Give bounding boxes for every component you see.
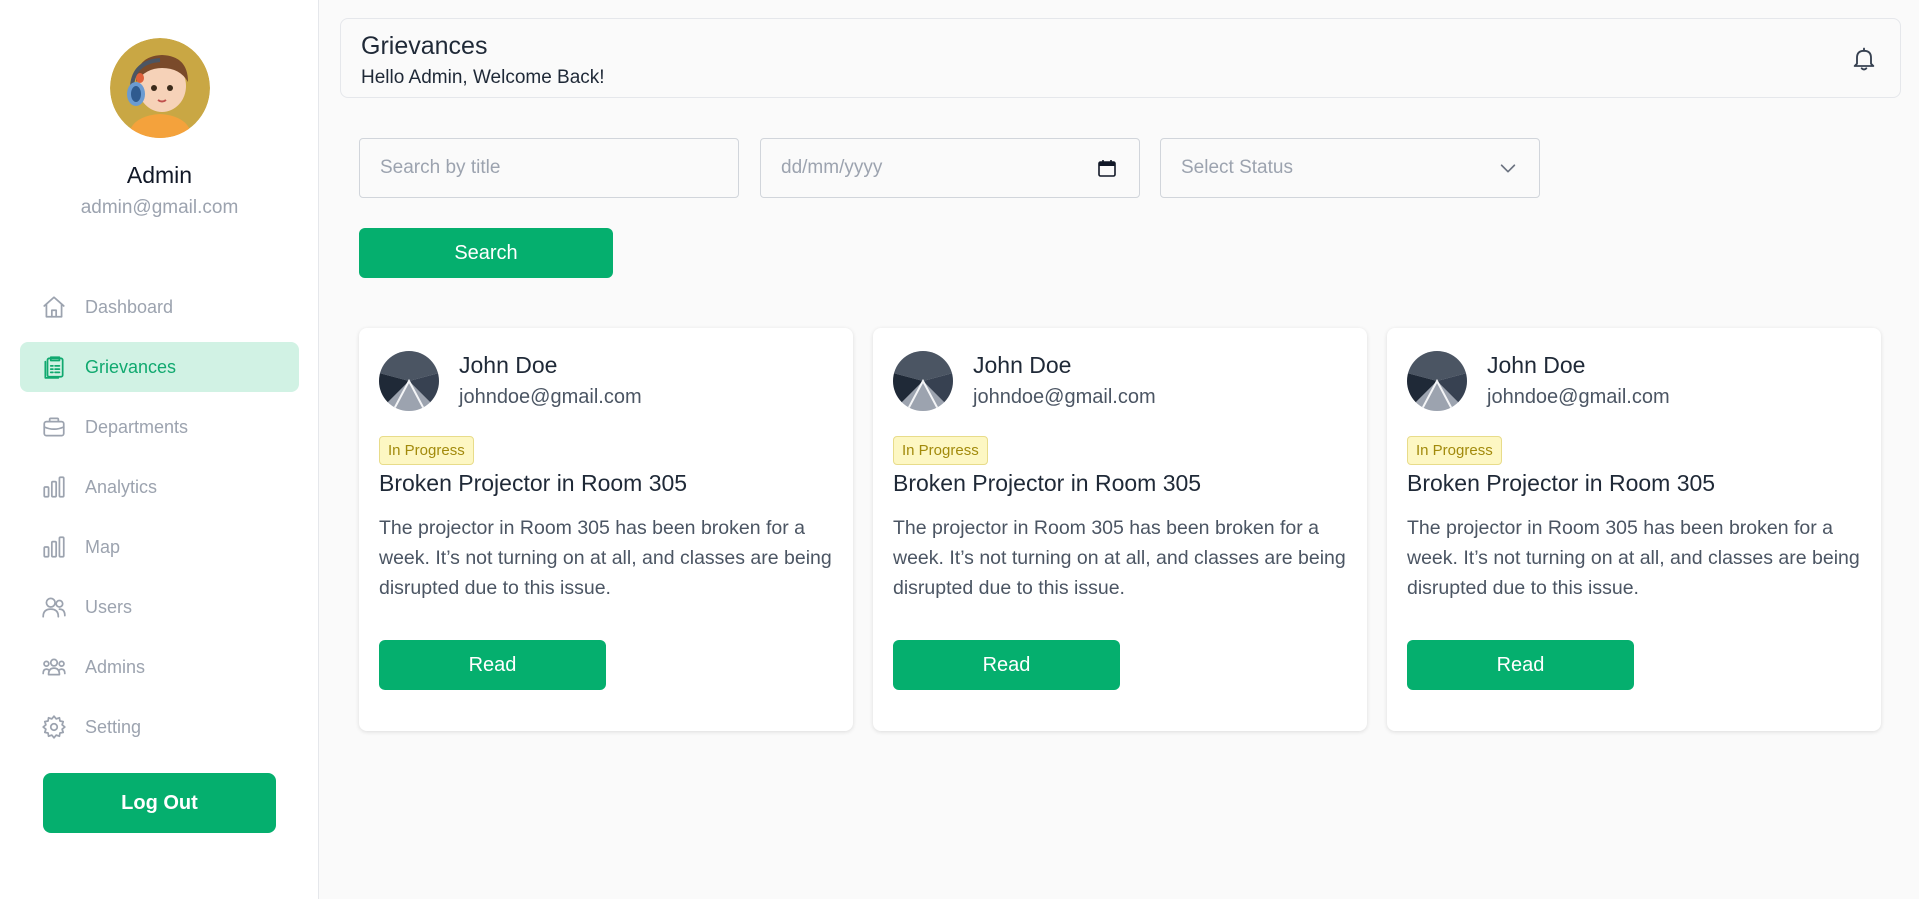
grievance-description: The projector in Room 305 has been broke… <box>1407 517 1860 599</box>
grievance-card: John Doe johndoe@gmail.com In Progress B… <box>1387 328 1881 731</box>
read-button[interactable]: Read <box>1407 640 1634 690</box>
user-avatar <box>379 351 439 411</box>
sidebar-item-label: Map <box>85 536 121 557</box>
grievance-title: Broken Projector in Room 305 <box>1407 470 1716 496</box>
sidebar-item-label: Setting <box>85 716 142 737</box>
sidebar-item-label: Dashboard <box>85 296 174 317</box>
sidebar-item-label: Admins <box>85 656 146 677</box>
sidebar-item-map[interactable]: Map <box>20 522 299 572</box>
date-input[interactable]: dd/mm/yyyy <box>760 138 1140 198</box>
grievance-list: John Doe johndoe@gmail.com In Progress B… <box>359 328 1881 731</box>
admin-email: admin@gmail.com <box>80 197 239 218</box>
user-avatar <box>893 351 953 411</box>
user-name: John Doe <box>973 352 1072 378</box>
sidebar-item-departments[interactable]: Departments <box>20 402 299 452</box>
grievance-title: Broken Projector in Room 305 <box>379 470 688 496</box>
sidebar-item-label: Grievances <box>85 356 177 377</box>
sidebar: Admin admin@gmail.com Dashboard Grievanc… <box>0 0 319 899</box>
sidebar-item-grievances[interactable]: Grievances <box>20 342 299 392</box>
grievance-card: John Doe johndoe@gmail.com In Progress B… <box>359 328 853 731</box>
home-icon <box>40 293 68 321</box>
user-name: John Doe <box>1487 352 1586 378</box>
welcome-message: Hello Admin, Welcome Back! <box>361 67 605 88</box>
status-badge: In Progress <box>1407 436 1502 465</box>
page-title: Grievances <box>361 32 488 60</box>
user-email: johndoe@gmail.com <box>973 386 1156 408</box>
sidebar-item-label: Users <box>85 596 133 617</box>
logout-button[interactable]: Log Out <box>43 773 276 833</box>
chevron-down-icon <box>1497 157 1519 179</box>
admin-name: Admin <box>126 162 193 188</box>
sidebar-item-dashboard[interactable]: Dashboard <box>20 282 299 332</box>
user-email: johndoe@gmail.com <box>459 386 642 408</box>
users-icon <box>40 593 68 621</box>
sidebar-item-analytics[interactable]: Analytics <box>20 462 299 512</box>
grievance-description: The projector in Room 305 has been broke… <box>893 517 1346 599</box>
search-input[interactable] <box>359 138 739 198</box>
grievance-card: John Doe johndoe@gmail.com In Progress B… <box>873 328 1367 731</box>
briefcase-icon <box>40 413 68 441</box>
search-button[interactable]: Search <box>359 228 613 278</box>
user-avatar <box>1407 351 1467 411</box>
user-email: johndoe@gmail.com <box>1487 386 1670 408</box>
status-select[interactable]: Select Status <box>1160 138 1540 198</box>
admin-avatar[interactable] <box>110 38 210 138</box>
status-badge: In Progress <box>379 436 474 465</box>
sidebar-item-label: Departments <box>85 416 189 437</box>
sidebar-nav: Dashboard Grievances Departments Analyti… <box>20 282 299 762</box>
grievance-description: The projector in Room 305 has been broke… <box>379 517 832 599</box>
bar-chart-icon <box>40 533 68 561</box>
group-icon <box>40 653 68 681</box>
date-placeholder: dd/mm/yyyy <box>781 157 883 178</box>
status-select-value: Select Status <box>1181 157 1293 178</box>
sidebar-item-label: Analytics <box>85 476 158 497</box>
grievance-title: Broken Projector in Room 305 <box>893 470 1202 496</box>
notification-bell-icon[interactable] <box>1850 45 1878 73</box>
sidebar-item-users[interactable]: Users <box>20 582 299 632</box>
gear-icon <box>40 713 68 741</box>
calendar-icon[interactable] <box>1097 158 1117 178</box>
sidebar-item-admins[interactable]: Admins <box>20 642 299 692</box>
page-header: Grievances Hello Admin, Welcome Back! <box>340 18 1901 98</box>
status-badge: In Progress <box>893 436 988 465</box>
read-button[interactable]: Read <box>379 640 606 690</box>
read-button[interactable]: Read <box>893 640 1120 690</box>
bar-chart-icon <box>40 473 68 501</box>
user-name: John Doe <box>459 352 558 378</box>
sidebar-item-setting[interactable]: Setting <box>20 702 299 752</box>
clipboard-icon <box>40 353 68 381</box>
